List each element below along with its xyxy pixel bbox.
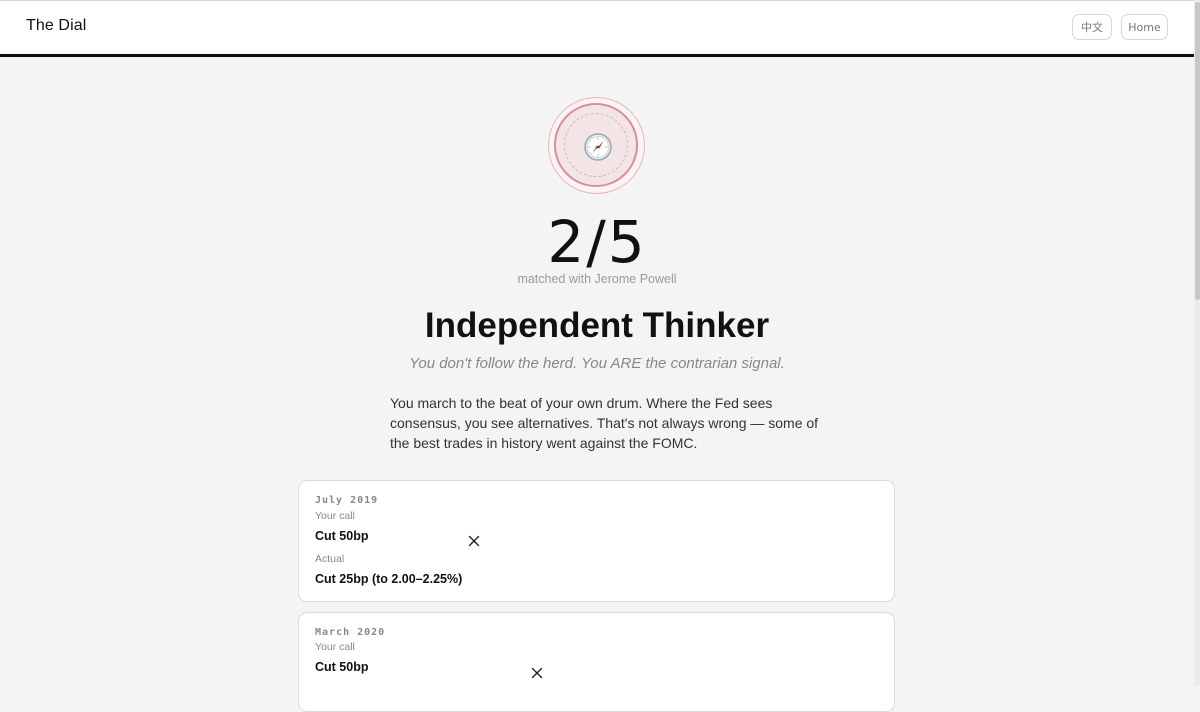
result-description: You march to the beat of your own drum. … [390, 395, 819, 451]
top-bar: The Dial 中文 Home [0, 0, 1194, 57]
scrollbar[interactable] [1194, 0, 1200, 685]
decision-card: July 2019 Your call Cut 50bp Actual Cut … [298, 480, 895, 602]
actual-label: Actual [315, 553, 345, 565]
compass-icon [584, 133, 612, 161]
scrollbar-thumb[interactable] [1195, 2, 1200, 300]
your-call-label: Your call [315, 641, 355, 653]
result-badge [548, 97, 645, 194]
home-button[interactable]: Home [1121, 14, 1168, 40]
result-tagline: You don't follow the herd. You ARE the c… [409, 355, 785, 372]
actual-value: Cut 25bp (to 2.00–2.25%) [315, 572, 463, 586]
x-mark-icon [531, 667, 543, 679]
your-call-value: Cut 50bp [315, 529, 369, 543]
your-call-value: Cut 50bp [315, 660, 369, 674]
decision-date: March 2020 [315, 627, 386, 638]
brand-logo[interactable]: The Dial [26, 17, 86, 35]
score: 2/5 [547, 208, 647, 276]
result-title: Independent Thinker [424, 306, 770, 345]
decision-date: July 2019 [315, 495, 379, 506]
your-call-label: Your call [315, 510, 355, 522]
matched-caption: matched with Jerome Powell [517, 272, 677, 286]
language-toggle-button[interactable]: 中文 [1072, 14, 1112, 40]
decision-card: March 2020 Your call Cut 50bp [298, 612, 895, 712]
badge-ring [554, 103, 638, 187]
x-mark-icon [468, 535, 480, 547]
